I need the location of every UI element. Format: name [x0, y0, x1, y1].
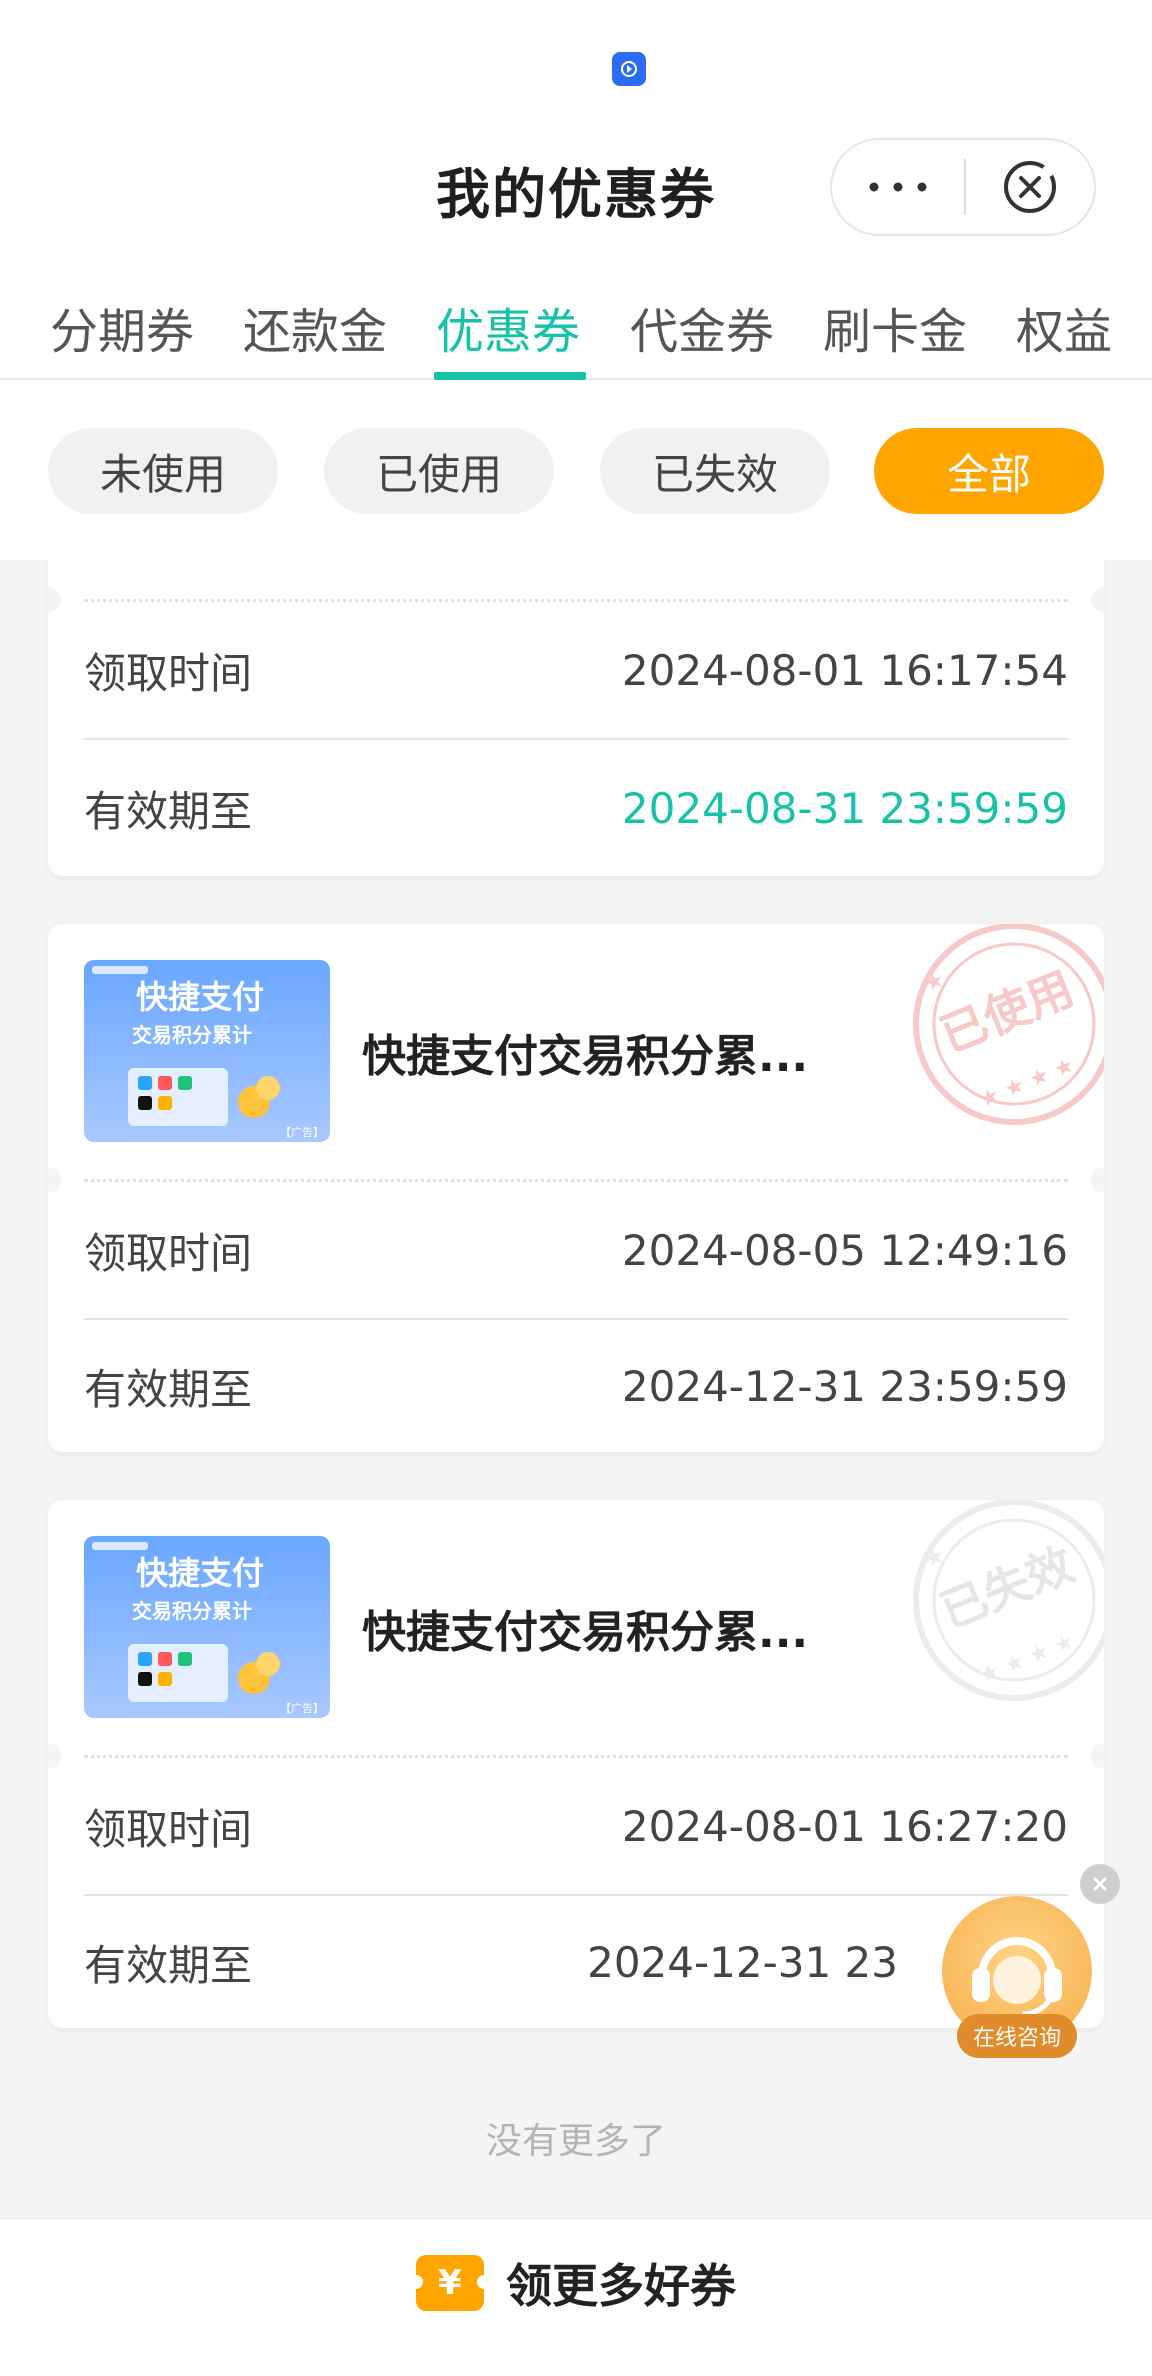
expire-time-value: 2024-12-31 23:59:59 — [621, 1361, 1068, 1411]
stamp-text: 已失效 — [933, 1537, 1081, 1639]
coupon-card[interactable]: 领取时间 2024-08-01 16:17:54 有效期至 2024-08-31… — [48, 560, 1104, 876]
expire-time-value: 2024-08-31 23:59:59 — [621, 783, 1068, 833]
claim-time-label: 领取时间 — [84, 648, 253, 698]
header: 我的优惠券 分期券 还款金 优惠券 代金券 刷卡金 权益 未使用 已使用 已失效… — [0, 0, 1152, 560]
card-notch — [1091, 587, 1104, 613]
card-notch — [1091, 1743, 1104, 1769]
close-circle-icon — [1004, 161, 1056, 213]
get-more-coupons-button[interactable]: ¥ 领更多好券 — [409, 2250, 736, 2316]
coupon-card[interactable]: 已使用 ★ ★ ★ ★ ★ 快捷支付 交易积分累计 【广告】 快捷支付交易积分累… — [48, 924, 1104, 1452]
more-dots-icon — [869, 182, 927, 192]
claim-time-value: 2024-08-05 12:49:16 — [621, 1225, 1068, 1275]
svg-text:交易积分累计: 交易积分累计 — [132, 1599, 252, 1623]
tab-installment[interactable]: 分期券 — [50, 292, 194, 362]
card-notch — [1091, 1167, 1104, 1193]
svg-text:快捷支付: 快捷支付 — [136, 978, 264, 1016]
expire-time-row: 有效期至 2024-12-31 23 — [84, 1894, 1068, 2028]
svg-text:【广告】: 【广告】 — [280, 1702, 324, 1715]
claim-time-row: 领取时间 2024-08-01 16:27:20 — [84, 1758, 1068, 1894]
stamp-text: 已使用 — [933, 961, 1081, 1063]
status-filter: 未使用 已使用 已失效 全部 — [0, 428, 1152, 514]
expire-time-value: 2024-12-31 23 — [587, 1937, 898, 1987]
more-button[interactable] — [832, 140, 964, 234]
coupon-thumbnail: 快捷支付 交易积分累计 【广告】 — [84, 960, 330, 1142]
claim-time-value: 2024-08-01 16:17:54 — [621, 645, 1068, 695]
online-consult-button[interactable]: 在线咨询 — [942, 1896, 1092, 2066]
used-stamp-icon: 已使用 ★ ★ ★ ★ ★ — [913, 924, 1104, 1125]
filter-used[interactable]: 已使用 — [324, 428, 554, 514]
coupon-title: 快捷支付交易积分累... — [362, 1607, 809, 1658]
expire-time-label: 有效期至 — [84, 1364, 253, 1414]
no-more-text: 没有更多了 — [485, 2121, 666, 2162]
mini-program-capsule — [830, 138, 1096, 236]
expire-time-label: 有效期至 — [84, 1940, 253, 1990]
svg-text:快捷支付: 快捷支付 — [136, 1554, 264, 1592]
tab-repayment[interactable]: 还款金 — [243, 292, 387, 362]
coupon-yen-icon: ¥ — [409, 2255, 491, 2311]
consult-label: 在线咨询 — [957, 2014, 1077, 2058]
tab-coupon[interactable]: 优惠券 — [436, 292, 580, 362]
svg-text:【广告】: 【广告】 — [280, 1126, 324, 1139]
claim-time-value: 2024-08-01 16:27:20 — [621, 1801, 1068, 1851]
active-tab-indicator — [434, 372, 586, 380]
svg-text:★: ★ — [921, 1543, 949, 1574]
coupon-title: 快捷支付交易积分累... — [362, 1031, 809, 1082]
card-notch — [48, 587, 61, 613]
card-notch — [48, 1743, 61, 1769]
get-more-coupons-label: 领更多好券 — [506, 2259, 736, 2313]
filter-all[interactable]: 全部 — [874, 428, 1104, 514]
tab-benefits[interactable]: 权益 — [1016, 292, 1112, 362]
expired-stamp-icon: 已失效 ★ ★ ★ ★ ★ — [913, 1500, 1104, 1701]
mini-app-icon — [612, 52, 646, 86]
coupon-type-tabs: 分期券 还款金 优惠券 代金券 刷卡金 权益 — [0, 280, 1152, 380]
card-notch — [48, 1167, 61, 1193]
coupon-thumbnail: 快捷支付 交易积分累计 【广告】 — [84, 1536, 330, 1718]
close-button[interactable] — [966, 140, 1094, 234]
get-more-coupons-bar[interactable]: ¥ 领更多好券 — [0, 2220, 1152, 2376]
close-icon — [1093, 1877, 1107, 1891]
filter-expired[interactable]: 已失效 — [600, 428, 830, 514]
svg-text:交易积分累计: 交易积分累计 — [132, 1023, 252, 1047]
filter-unused[interactable]: 未使用 — [48, 428, 278, 514]
claim-time-row: 领取时间 2024-08-01 16:17:54 — [84, 602, 1068, 738]
expire-time-label: 有效期至 — [84, 786, 253, 836]
claim-time-row: 领取时间 2024-08-05 12:49:16 — [84, 1182, 1068, 1318]
expire-time-row: 有效期至 2024-12-31 23:59:59 — [84, 1318, 1068, 1452]
tab-card-cash[interactable]: 刷卡金 — [823, 292, 967, 362]
claim-time-label: 领取时间 — [84, 1804, 253, 1854]
claim-time-label: 领取时间 — [84, 1228, 253, 1278]
expire-time-row: 有效期至 2024-08-31 23:59:59 — [84, 740, 1068, 876]
svg-text:★: ★ — [921, 967, 949, 998]
tab-voucher[interactable]: 代金券 — [630, 292, 774, 362]
